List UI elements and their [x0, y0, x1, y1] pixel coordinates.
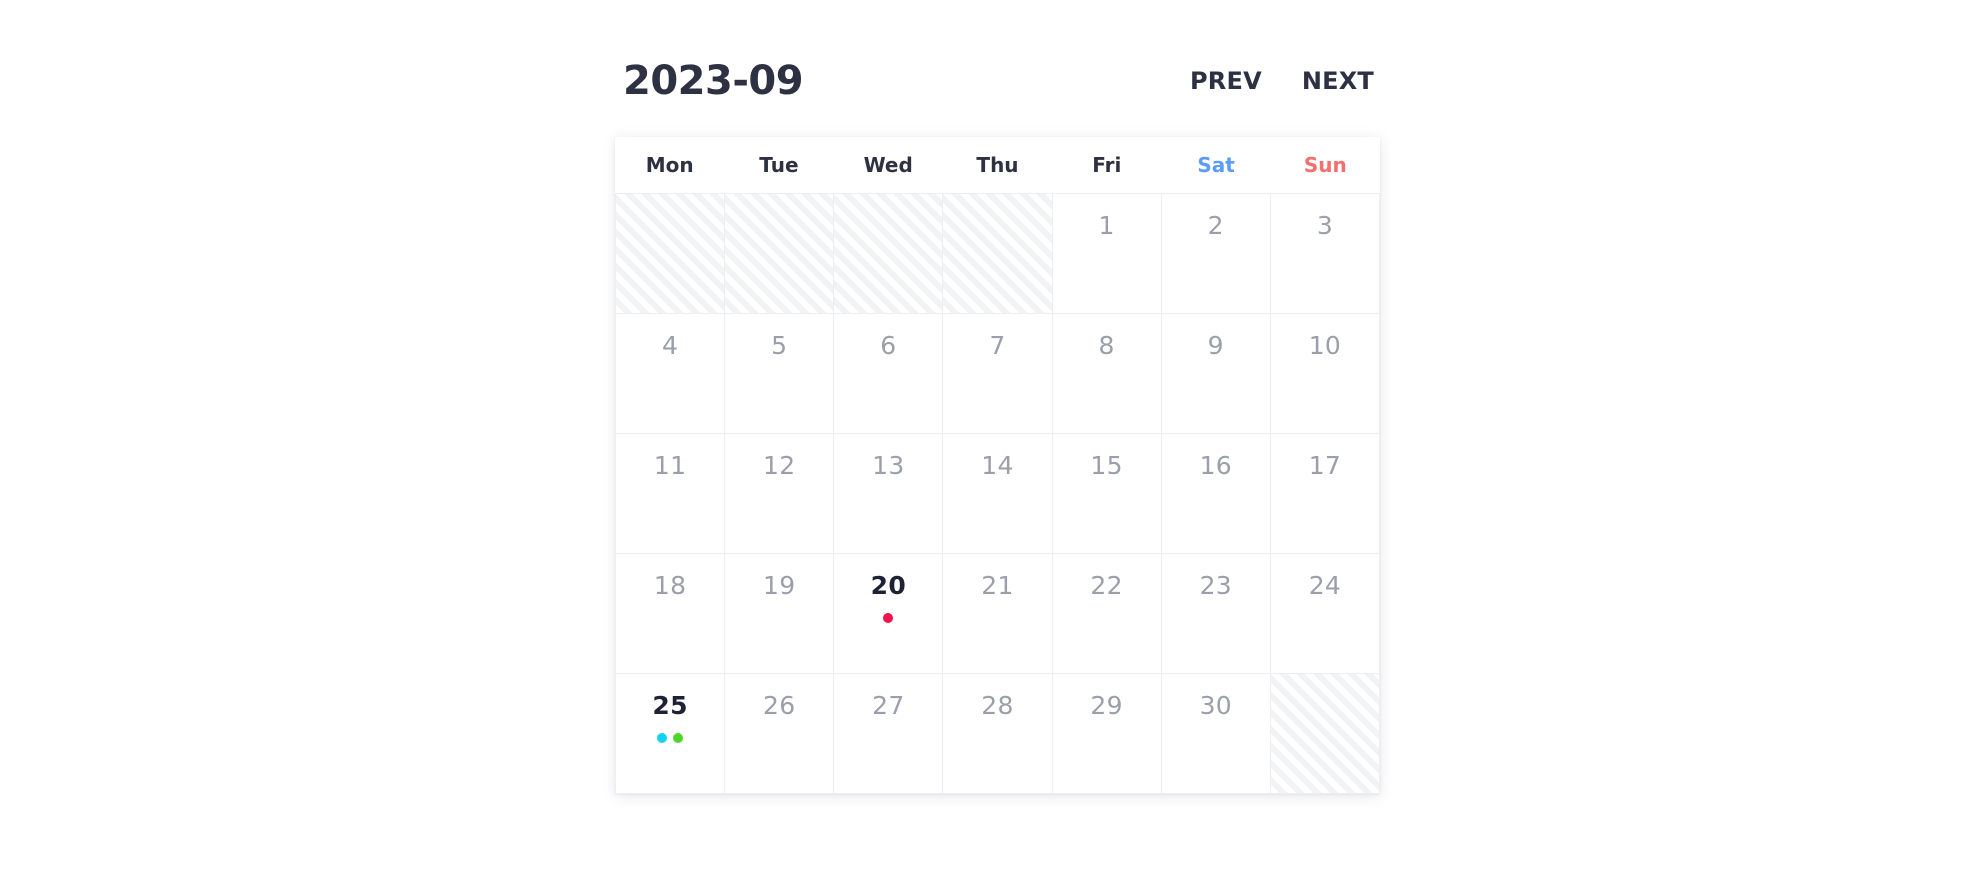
day-cell[interactable]: 2: [1161, 194, 1271, 314]
day-number: 3: [1316, 211, 1334, 240]
day-cell[interactable]: 18: [616, 554, 726, 674]
day-cell[interactable]: 3: [1270, 194, 1380, 314]
calendar-widget: 2023-09 PREV NEXT Mon Tue Wed Thu Fri Sat Sun …: [615, 50, 1380, 794]
weekday-header-fri: Fri: [1092, 153, 1122, 177]
day-cell[interactable]: 20: [834, 554, 944, 674]
day-number: 25: [652, 691, 688, 720]
day-number: 21: [981, 571, 1014, 600]
day-cell[interactable]: 23: [1161, 554, 1271, 674]
day-number: 11: [653, 451, 687, 480]
weekday-header-mon: Mon: [645, 153, 694, 177]
day-number: 24: [1308, 571, 1342, 600]
day-cell[interactable]: 14: [943, 434, 1053, 554]
event-dot-icon: [883, 613, 894, 623]
page-title: 2023-09: [623, 58, 804, 104]
day-number: 6: [880, 331, 897, 360]
day-cell[interactable]: 21: [943, 554, 1053, 674]
day-cell-empty: [1270, 674, 1380, 794]
day-cell[interactable]: 27: [834, 674, 944, 794]
weekday-header-thu: Thu: [976, 153, 1019, 177]
day-number: 30: [1199, 691, 1232, 720]
day-number: 27: [872, 691, 905, 720]
weekday-header-row: Mon Tue Wed Thu Fri Sat Sun: [615, 137, 1380, 193]
day-cell[interactable]: 13: [834, 434, 944, 554]
day-cell[interactable]: 8: [1052, 314, 1162, 434]
day-cell[interactable]: 12: [725, 434, 835, 554]
day-number: 17: [1308, 451, 1342, 480]
day-cell[interactable]: 1: [1052, 194, 1162, 314]
day-number: 18: [653, 571, 687, 600]
day-number: 12: [763, 451, 796, 480]
day-cell[interactable]: 24: [1270, 554, 1380, 674]
day-number: 22: [1090, 571, 1123, 600]
day-number: 16: [1199, 451, 1232, 480]
day-cell[interactable]: 17: [1270, 434, 1380, 554]
event-dots: [883, 613, 894, 623]
day-number: 28: [981, 691, 1014, 720]
day-cell[interactable]: 11: [616, 434, 726, 554]
day-cell[interactable]: 26: [725, 674, 835, 794]
day-number: 20: [870, 571, 907, 600]
day-cell[interactable]: 4: [616, 314, 726, 434]
day-cell[interactable]: 15: [1052, 434, 1162, 554]
event-dot-icon: [657, 733, 668, 743]
day-number: 13: [872, 451, 905, 480]
prev-month-button[interactable]: PREV: [1188, 65, 1264, 97]
day-cell-empty: [725, 194, 835, 314]
day-number: 4: [661, 331, 679, 360]
day-cell[interactable]: 9: [1161, 314, 1271, 434]
day-cell[interactable]: 5: [725, 314, 835, 434]
day-cell[interactable]: 28: [943, 674, 1053, 794]
day-number: 9: [1207, 331, 1224, 360]
page-root: 2023-09 PREV NEXT Mon Tue Wed Thu Fri Sat Sun …: [0, 0, 1980, 886]
day-cell[interactable]: 10: [1270, 314, 1380, 434]
event-dots: [657, 733, 684, 743]
day-number: 19: [763, 571, 796, 600]
day-cell-empty: [834, 194, 944, 314]
day-cell[interactable]: 7: [943, 314, 1053, 434]
day-cell[interactable]: 16: [1161, 434, 1271, 554]
calendar-card: Mon Tue Wed Thu Fri Sat Sun 1 2 3 4 5 6 7 8 9 10 11 12 13 1…: [615, 137, 1380, 794]
day-number: 26: [763, 691, 796, 720]
day-cell[interactable]: 22: [1052, 554, 1162, 674]
day-cell[interactable]: 25: [616, 674, 726, 794]
calendar-header: 2023-09 PREV NEXT: [615, 50, 1380, 112]
day-number: 15: [1090, 451, 1123, 480]
day-cell[interactable]: 29: [1052, 674, 1162, 794]
day-cell-empty: [943, 194, 1053, 314]
event-dot-icon: [673, 733, 684, 743]
day-number: 1: [1098, 211, 1115, 240]
day-grid: 1 2 3 4 5 6 7 8 9 10 11 12 13 14 15 16 17 18 19 20 21 22 23 24 2…: [615, 193, 1380, 794]
weekday-header-sun: Sun: [1303, 153, 1347, 177]
weekday-header-tue: Tue: [759, 153, 799, 177]
day-cell-empty: [616, 194, 726, 314]
day-cell[interactable]: 30: [1161, 674, 1271, 794]
weekday-header-wed: Wed: [863, 153, 913, 177]
day-cell[interactable]: 19: [725, 554, 835, 674]
day-number: 8: [1098, 331, 1115, 360]
day-number: 7: [989, 331, 1006, 360]
day-number: 2: [1207, 211, 1224, 240]
next-month-button[interactable]: NEXT: [1300, 65, 1376, 97]
day-number: 14: [981, 451, 1014, 480]
day-number: 10: [1308, 331, 1342, 360]
day-number: 23: [1199, 571, 1232, 600]
weekday-header-sat: Sat: [1197, 153, 1235, 177]
day-number: 5: [771, 331, 788, 360]
day-number: 29: [1090, 691, 1123, 720]
calendar-nav: PREV NEXT: [1188, 65, 1378, 97]
day-cell[interactable]: 6: [834, 314, 944, 434]
